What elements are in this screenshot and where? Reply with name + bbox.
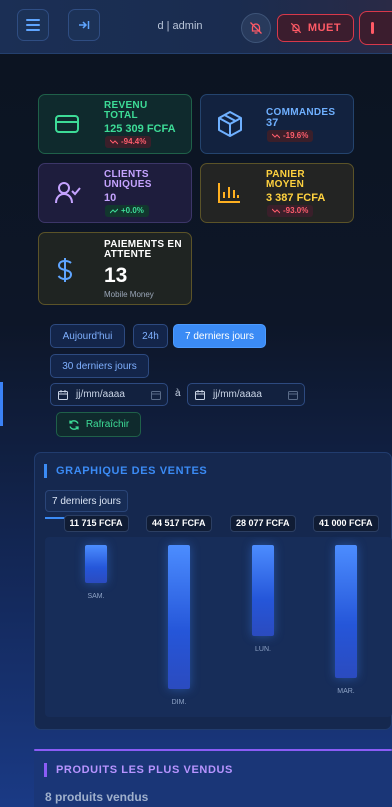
chart-bar	[335, 545, 357, 678]
stat-card-pending-payments: PAIEMENTS EN ATTENTE 13 Mobile Money	[38, 232, 192, 305]
credit-card-icon	[55, 115, 79, 133]
chart-category-label: SAM.	[87, 593, 105, 600]
chart-value-label: 11 715 FCFA	[63, 515, 129, 532]
calendar-picker-icon[interactable]	[151, 390, 161, 400]
sales-chart-title: GRAPHIQUE DES VENTES	[44, 464, 207, 478]
bell-off-icon	[250, 22, 262, 34]
products-sold-count: 8 produits vendus	[45, 790, 149, 804]
date-from-placeholder: jj/mm/aaaa	[76, 389, 125, 400]
stat-change: -94.4%	[121, 137, 147, 146]
notifications-toggle[interactable]	[241, 13, 271, 43]
arrow-to-line-icon	[79, 21, 90, 29]
chart-value-label: 44 517 FCFA	[146, 515, 212, 532]
stat-value: 37	[266, 117, 279, 129]
stat-card-orders: COMMANDES 37 -19.6%	[200, 94, 354, 154]
filter-today-button[interactable]: Aujourd'hui	[50, 324, 125, 348]
power-icon	[371, 22, 374, 34]
trend-up-icon	[110, 208, 118, 214]
calendar-icon	[195, 389, 205, 400]
chart-value-label: 41 000 FCFA	[313, 515, 379, 532]
sales-period-tag: 7 derniers jours	[45, 490, 128, 512]
stat-change-badge: -19.6%	[267, 130, 314, 142]
filter-24h-button[interactable]: 24h	[133, 324, 168, 348]
user-label: d | admin	[157, 20, 203, 32]
chart-bar	[85, 545, 107, 583]
calendar-icon	[58, 389, 68, 400]
stat-value: 13	[104, 264, 128, 287]
stat-change: -19.6%	[283, 131, 309, 140]
date-range-separator: à	[175, 388, 181, 399]
dollar-icon	[57, 258, 73, 282]
bell-off-icon	[290, 22, 302, 34]
stat-subtitle: Mobile Money	[104, 290, 154, 299]
trend-down-icon	[272, 133, 280, 139]
calendar-picker-icon[interactable]	[288, 390, 298, 400]
chart-category-label: LUN.	[255, 646, 271, 653]
stat-change-badge: -94.4%	[105, 136, 152, 148]
filter-30days-button[interactable]: 30 derniers jours	[50, 354, 149, 378]
chart-category-label: MAR.	[337, 688, 355, 695]
user-check-icon	[55, 182, 81, 204]
trend-down-icon	[272, 208, 280, 214]
date-to-placeholder: jj/mm/aaaa	[213, 389, 262, 400]
date-from-field[interactable]: jj/mm/aaaa	[50, 383, 168, 406]
stat-card-customers: CLIENTS UNIQUES 10 +0.0%	[38, 163, 192, 223]
logout-button[interactable]	[359, 11, 392, 45]
top-products-title: PRODUITS LES PLUS VENDUS	[44, 763, 233, 777]
stat-title: PANIER MOYEN	[266, 169, 305, 190]
stat-card-revenue: REVENU TOTAL 125 309 FCFA -94.4%	[38, 94, 192, 154]
stat-value: 3 387 FCFA	[266, 192, 326, 204]
stat-value: 125 309 FCFA	[104, 123, 176, 135]
package-icon	[218, 111, 242, 137]
sales-bar-chart: SAM. DIM. LUN. MAR.	[45, 537, 392, 717]
chart-value-label: 28 077 FCFA	[230, 515, 296, 532]
chart-bar	[252, 545, 274, 636]
sidebar-edge-indicator	[0, 382, 3, 426]
stat-change: -93.0%	[283, 206, 309, 215]
collapse-sidebar-button[interactable]	[68, 9, 100, 41]
chart-category-label: DIM.	[171, 699, 187, 706]
mute-button[interactable]: MUET	[277, 14, 354, 42]
date-to-field[interactable]: jj/mm/aaaa	[187, 383, 305, 406]
stat-change-badge: -93.0%	[267, 205, 314, 217]
chart-bar	[168, 545, 190, 689]
stat-title: REVENU TOTAL	[104, 100, 148, 121]
menu-button[interactable]	[17, 9, 49, 41]
stat-change: +0.0%	[121, 206, 144, 215]
stat-title: CLIENTS UNIQUES	[104, 169, 152, 190]
stat-value: 10	[104, 192, 117, 204]
stat-change-badge: +0.0%	[105, 205, 149, 217]
refresh-icon	[69, 419, 79, 430]
refresh-label: Rafraîchir	[85, 419, 130, 430]
mute-label: MUET	[307, 22, 342, 34]
trend-down-icon	[110, 139, 118, 145]
top-bar: d | admin MUET	[0, 0, 392, 54]
refresh-button[interactable]: Rafraîchir	[56, 412, 141, 437]
stat-title: PAIEMENTS EN ATTENTE	[104, 239, 182, 260]
bar-chart-icon	[218, 183, 240, 203]
filter-7days-button[interactable]: 7 derniers jours	[173, 324, 266, 348]
hamburger-icon	[26, 19, 40, 31]
stat-card-basket: PANIER MOYEN 3 387 FCFA -93.0%	[200, 163, 354, 223]
